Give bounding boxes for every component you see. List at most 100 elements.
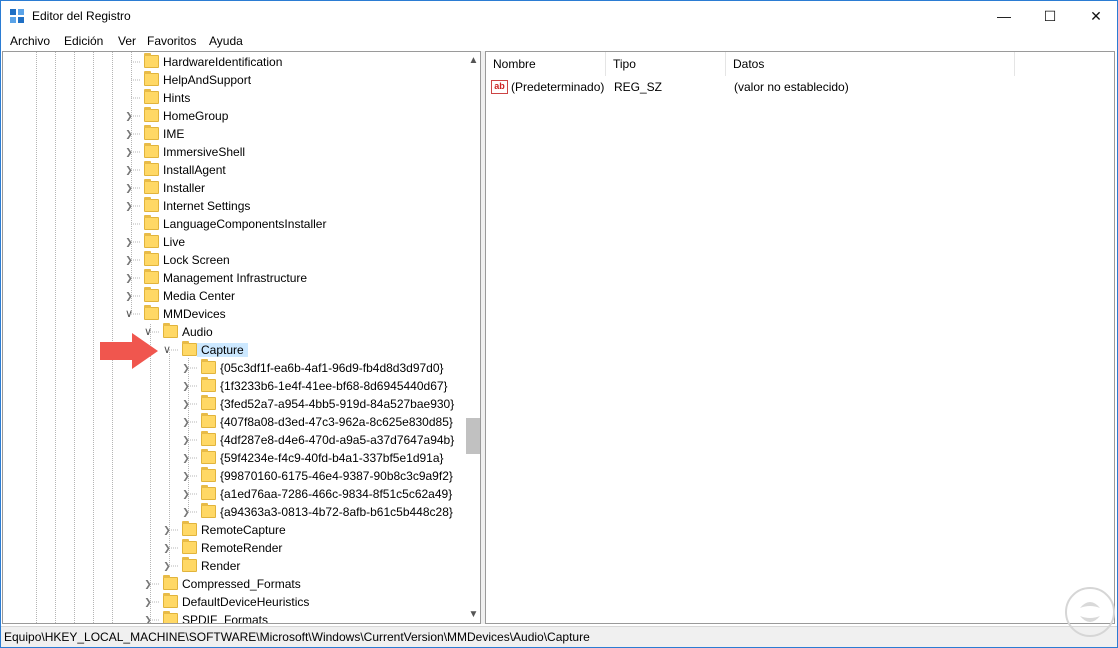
tree-item-label: Audio	[182, 325, 213, 339]
folder-icon	[201, 431, 216, 446]
tree-item[interactable]: ❯ IME	[3, 125, 463, 143]
tree-item[interactable]: ❯ {05c3df1f-ea6b-4af1-96d9-fb4d8d3d97d0}	[3, 359, 463, 377]
expand-chevron-icon[interactable]: ❯	[181, 488, 191, 500]
expand-chevron-icon[interactable]: ❯	[124, 200, 134, 212]
tree-item[interactable]: ∨ Audio	[3, 323, 463, 341]
folder-icon	[201, 395, 216, 410]
menu-edicion[interactable]: Edición	[64, 34, 103, 48]
tree-item[interactable]: ❯ Live	[3, 233, 463, 251]
tree-item[interactable]: Hints	[3, 89, 463, 107]
close-button[interactable]: ✕	[1073, 1, 1118, 31]
tree-item[interactable]: ❯ Installer	[3, 179, 463, 197]
expand-chevron-icon[interactable]: ❯	[181, 470, 191, 482]
expand-chevron-icon[interactable]: ❯	[162, 524, 172, 536]
expand-chevron-icon[interactable]: ❯	[124, 164, 134, 176]
menu-ver[interactable]: Ver	[118, 34, 136, 48]
expand-chevron-icon[interactable]: ❯	[143, 578, 153, 590]
collapse-chevron-icon[interactable]: ∨	[162, 344, 172, 356]
expand-chevron-icon[interactable]: ❯	[143, 596, 153, 608]
scroll-thumb[interactable]	[466, 418, 480, 454]
column-header-nombre[interactable]: Nombre	[486, 52, 606, 76]
expand-chevron-icon[interactable]: ❯	[181, 452, 191, 464]
folder-icon	[201, 377, 216, 392]
tree-item-label: {59f4234e-f4c9-40fd-b4a1-337bf5e1d91a}	[220, 451, 444, 465]
expand-chevron-icon[interactable]: ❯	[181, 380, 191, 392]
collapse-chevron-icon[interactable]: ∨	[124, 308, 134, 320]
expand-chevron-icon[interactable]: ❯	[124, 290, 134, 302]
folder-icon	[144, 197, 159, 212]
tree-item[interactable]: ❯ DefaultDeviceHeuristics	[3, 593, 463, 611]
tree-item-label: Hints	[163, 91, 191, 105]
tree-item[interactable]: ❯ ImmersiveShell	[3, 143, 463, 161]
scroll-up-icon[interactable]: ▲	[465, 52, 480, 69]
expand-chevron-icon[interactable]: ❯	[124, 182, 134, 194]
expand-chevron-icon[interactable]: ❯	[181, 416, 191, 428]
expand-chevron-icon[interactable]: ❯	[162, 560, 172, 572]
tree-item[interactable]: ❯ HomeGroup	[3, 107, 463, 125]
tree-item[interactable]: HelpAndSupport	[3, 71, 463, 89]
expand-chevron-icon[interactable]: ❯	[143, 614, 153, 623]
tree-item[interactable]: ❯ {99870160-6175-46e4-9387-90b8c3c9a9f2}	[3, 467, 463, 485]
menu-ayuda[interactable]: Ayuda	[209, 34, 243, 48]
tree-item[interactable]: ❯ Compressed_Formats	[3, 575, 463, 593]
expand-chevron-icon[interactable]: ❯	[162, 542, 172, 554]
list-row[interactable]: ab (Predeterminado) REG_SZ (valor no est…	[486, 78, 1114, 96]
tree-item[interactable]: ❯ {3fed52a7-a954-4bb5-919d-84a527bae930}	[3, 395, 463, 413]
expand-chevron-icon[interactable]: ❯	[181, 362, 191, 374]
tree-item-label: LanguageComponentsInstaller	[163, 217, 327, 231]
folder-icon	[144, 233, 159, 248]
expand-chevron-icon[interactable]: ❯	[124, 110, 134, 122]
folder-icon	[144, 107, 159, 122]
tree-item-label: SPDIF_Formats	[182, 613, 269, 624]
scroll-down-icon[interactable]: ▼	[465, 606, 480, 623]
tree-item[interactable]: ❯ Internet Settings	[3, 197, 463, 215]
tree-item[interactable]: ❯ {4df287e8-d4e6-470d-a9a5-a37d7647a94b}	[3, 431, 463, 449]
tree-item[interactable]: ❯ RemoteCapture	[3, 521, 463, 539]
expand-chevron-icon[interactable]: ❯	[124, 128, 134, 140]
tree-vertical-scrollbar[interactable]: ▲ ▼	[465, 52, 480, 623]
column-header-tipo[interactable]: Tipo	[606, 52, 726, 76]
maximize-button[interactable]: ☐	[1027, 1, 1073, 31]
tree-item[interactable]: ❯ RemoteRender	[3, 539, 463, 557]
title-bar: Editor del Registro — ☐ ✕	[0, 0, 1118, 31]
expand-chevron-icon[interactable]: ❯	[124, 254, 134, 266]
tree-item[interactable]: ❯ Lock Screen	[3, 251, 463, 269]
tree-item[interactable]: ❯ {59f4234e-f4c9-40fd-b4a1-337bf5e1d91a}	[3, 449, 463, 467]
expand-chevron-icon[interactable]: ❯	[181, 398, 191, 410]
folder-icon	[144, 179, 159, 194]
tree-item-label: Compressed_Formats	[182, 577, 301, 591]
registry-tree[interactable]: HardwareIdentification HelpAndSupport Hint…	[2, 51, 481, 624]
tree-item[interactable]: ❯ Management Infrastructure	[3, 269, 463, 287]
tree-item[interactable]: ❯ {a94363a3-0813-4b72-8afb-b61c5b448c28}	[3, 503, 463, 521]
folder-icon	[182, 539, 197, 554]
string-value-icon: ab	[491, 80, 508, 94]
folder-icon	[163, 575, 178, 590]
tree-item[interactable]: ∨ Capture	[3, 341, 463, 359]
tree-item-label: {3fed52a7-a954-4bb5-919d-84a527bae930}	[220, 397, 455, 411]
folder-icon	[144, 125, 159, 140]
tree-item-label: Render	[201, 559, 241, 573]
tree-item[interactable]: ❯ SPDIF_Formats	[3, 611, 463, 624]
menu-archivo[interactable]: Archivo	[10, 34, 50, 48]
tree-item[interactable]: HardwareIdentification	[3, 53, 463, 71]
tree-item[interactable]: LanguageComponentsInstaller	[3, 215, 463, 233]
expand-chevron-icon[interactable]: ❯	[181, 434, 191, 446]
status-bar: Equipo\HKEY_LOCAL_MACHINE\SOFTWARE\Micro…	[1, 626, 1117, 647]
tree-item[interactable]: ❯ {407f8a08-d3ed-47c3-962a-8c625e830d85}	[3, 413, 463, 431]
expand-chevron-icon[interactable]: ❯	[124, 236, 134, 248]
values-list[interactable]: Nombre Tipo Datos ab (Predeterminado) RE…	[485, 51, 1115, 624]
tree-item[interactable]: ❯ InstallAgent	[3, 161, 463, 179]
tree-item[interactable]: ❯ {1f3233b6-1e4f-41ee-bf68-8d6945440d67}	[3, 377, 463, 395]
tree-item[interactable]: ❯ {a1ed76aa-7286-466c-9834-8f51c5c62a49}	[3, 485, 463, 503]
expand-chevron-icon[interactable]: ❯	[181, 506, 191, 518]
tree-item[interactable]: ∨ MMDevices	[3, 305, 463, 323]
menu-favoritos[interactable]: Favoritos	[147, 34, 196, 48]
folder-icon	[144, 251, 159, 266]
expand-chevron-icon[interactable]: ❯	[124, 272, 134, 284]
expand-chevron-icon[interactable]: ❯	[124, 146, 134, 158]
tree-item[interactable]: ❯ Render	[3, 557, 463, 575]
column-header-datos[interactable]: Datos	[726, 52, 1015, 76]
minimize-button[interactable]: —	[981, 1, 1027, 31]
tree-item[interactable]: ❯ Media Center	[3, 287, 463, 305]
folder-icon	[201, 467, 216, 482]
